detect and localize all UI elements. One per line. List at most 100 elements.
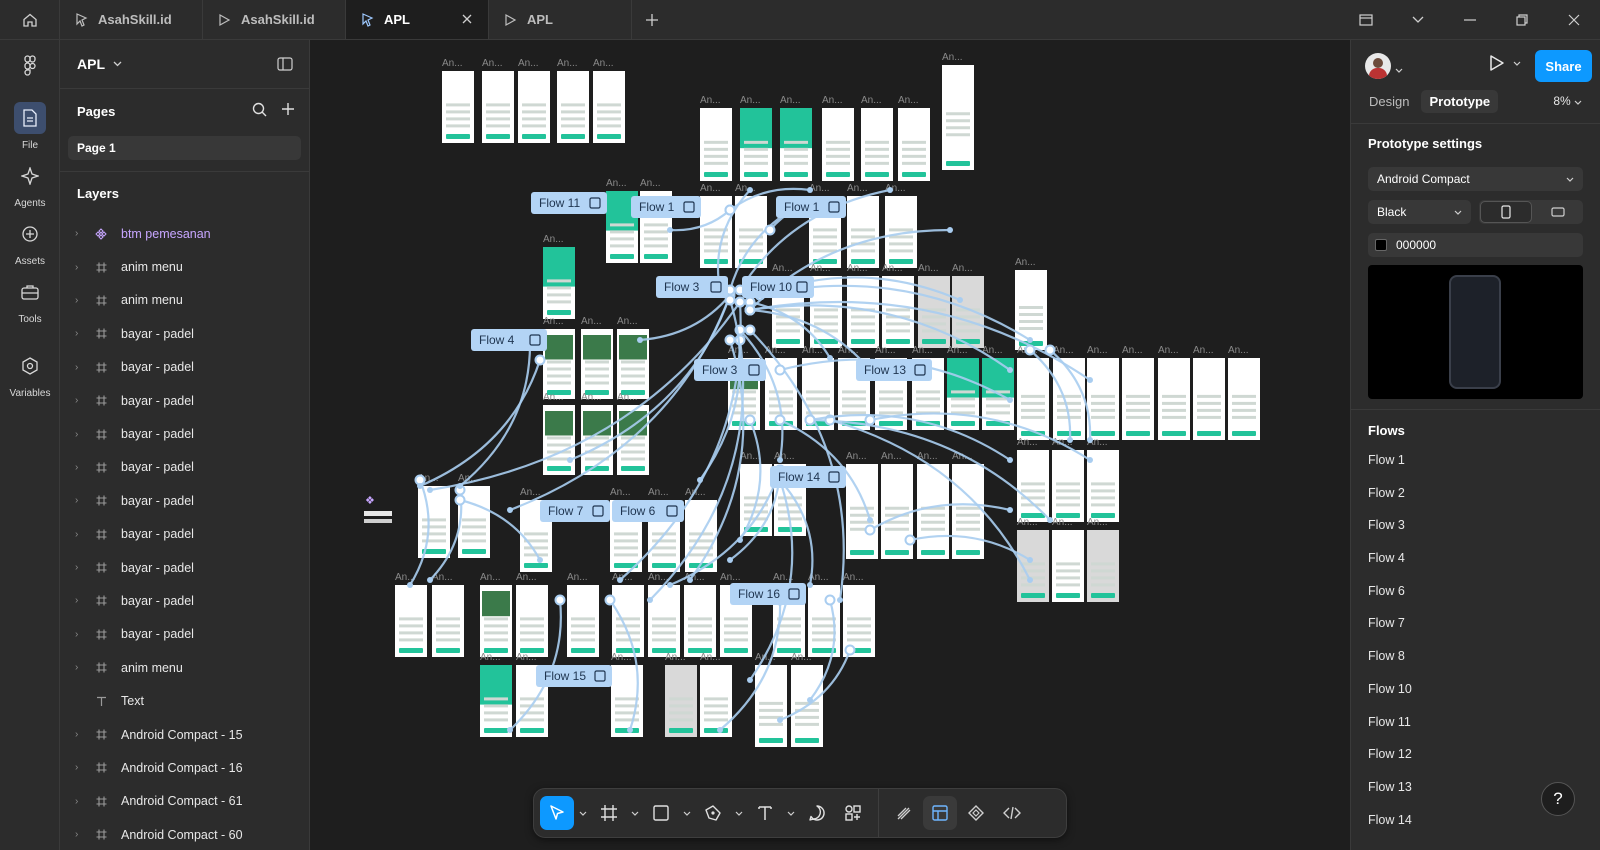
rail-agents[interactable]: Agents bbox=[0, 160, 60, 209]
shape-tool-menu[interactable] bbox=[680, 811, 694, 816]
pen-tool-menu[interactable] bbox=[732, 811, 746, 816]
tab-apl-prototype[interactable]: APL bbox=[489, 0, 632, 39]
expand-chevron-icon[interactable]: › bbox=[75, 729, 89, 740]
pen-tool-button[interactable] bbox=[696, 796, 730, 830]
home-button[interactable] bbox=[0, 0, 60, 39]
device-color-select[interactable]: Black bbox=[1368, 200, 1471, 224]
layer-item[interactable]: › bayar - padel bbox=[60, 317, 309, 350]
layer-item[interactable]: › Android Compact - 61 bbox=[60, 785, 309, 818]
actions-tool-button[interactable] bbox=[836, 796, 870, 830]
rail-file[interactable]: File bbox=[0, 102, 60, 151]
flow-item[interactable]: Flow 13 bbox=[1368, 780, 1412, 813]
help-button[interactable]: ? bbox=[1541, 782, 1575, 816]
layer-item[interactable]: › bayar - padel bbox=[60, 518, 309, 551]
zoom-menu[interactable]: 8% bbox=[1553, 94, 1582, 108]
close-window-button[interactable] bbox=[1548, 0, 1600, 39]
tab-design[interactable]: Design bbox=[1361, 90, 1417, 113]
portrait-button[interactable] bbox=[1480, 201, 1532, 223]
flow-item[interactable]: Flow 14 bbox=[1368, 813, 1412, 846]
expand-chevron-icon[interactable]: › bbox=[75, 762, 89, 773]
expand-chevron-icon[interactable]: › bbox=[75, 362, 89, 373]
dev-mode-button[interactable] bbox=[995, 796, 1029, 830]
expand-chevron-icon[interactable]: › bbox=[75, 829, 89, 840]
flow-item[interactable]: Flow 7 bbox=[1368, 616, 1412, 649]
tab-asahskill-design[interactable]: AsahSkill.id bbox=[60, 0, 203, 39]
share-button[interactable]: Share bbox=[1535, 50, 1592, 82]
layer-item[interactable]: › bayar - padel bbox=[60, 551, 309, 584]
flow-item[interactable]: Flow 11 bbox=[1368, 715, 1412, 748]
expand-chevron-icon[interactable]: › bbox=[75, 529, 89, 540]
comment-tool-button[interactable] bbox=[800, 796, 834, 830]
page-item-page-1[interactable]: Page 1 bbox=[68, 136, 301, 160]
design-canvas[interactable]: An... An... An... An... An... An... An... An...… bbox=[310, 40, 1350, 850]
component-mode-button[interactable] bbox=[959, 796, 993, 830]
draw-mode-button[interactable] bbox=[887, 796, 921, 830]
expand-chevron-icon[interactable]: › bbox=[75, 429, 89, 440]
layer-item[interactable]: › btm pemesanan bbox=[60, 217, 309, 250]
restore-button[interactable] bbox=[1496, 0, 1548, 39]
move-tool-menu[interactable] bbox=[576, 811, 590, 816]
text-tool-button[interactable] bbox=[748, 796, 782, 830]
tab-prototype[interactable]: Prototype bbox=[1421, 90, 1499, 113]
expand-chevron-icon[interactable]: › bbox=[75, 562, 89, 573]
design-mode-button[interactable] bbox=[923, 796, 957, 830]
new-tab-button[interactable] bbox=[632, 0, 672, 39]
flow-item[interactable]: Flow 4 bbox=[1368, 551, 1412, 584]
layer-item[interactable]: › bayar - padel bbox=[60, 451, 309, 484]
layer-item[interactable]: › anim menu bbox=[60, 250, 309, 283]
background-color-field[interactable]: 000000 bbox=[1368, 233, 1583, 257]
layer-item[interactable]: › Android Compact - 16 bbox=[60, 751, 309, 784]
file-name-menu[interactable]: APL bbox=[77, 56, 122, 72]
flow-item[interactable]: Flow 8 bbox=[1368, 649, 1412, 682]
layer-item[interactable]: › bayar - padel bbox=[60, 417, 309, 450]
rail-tools[interactable]: Tools bbox=[0, 276, 60, 325]
expand-chevron-icon[interactable]: › bbox=[75, 495, 89, 506]
move-tool-button[interactable] bbox=[540, 796, 574, 830]
present-button[interactable] bbox=[1487, 54, 1521, 72]
expand-chevron-icon[interactable]: › bbox=[75, 262, 89, 273]
expand-chevron-icon[interactable]: › bbox=[75, 462, 89, 473]
expand-chevron-icon[interactable]: › bbox=[75, 796, 89, 807]
text-tool-menu[interactable] bbox=[784, 811, 798, 816]
sidebar-toggle-button[interactable] bbox=[1340, 0, 1392, 39]
avatar[interactable] bbox=[1365, 53, 1391, 79]
layer-item[interactable]: › bayar - padel bbox=[60, 618, 309, 651]
avatar-menu[interactable] bbox=[1395, 60, 1403, 78]
layer-item[interactable]: › anim menu bbox=[60, 284, 309, 317]
tabs-menu-button[interactable] bbox=[1392, 0, 1444, 39]
frame-tool-menu[interactable] bbox=[628, 811, 642, 816]
rectangle-tool-button[interactable] bbox=[644, 796, 678, 830]
figma-logo-icon[interactable] bbox=[18, 54, 42, 83]
tab-apl-design[interactable]: APL bbox=[346, 0, 489, 39]
device-select[interactable]: Android Compact bbox=[1368, 167, 1583, 191]
expand-chevron-icon[interactable]: › bbox=[75, 395, 89, 406]
flow-item[interactable]: Flow 6 bbox=[1368, 584, 1412, 617]
expand-chevron-icon[interactable]: › bbox=[75, 228, 89, 239]
minimize-button[interactable] bbox=[1444, 0, 1496, 39]
layer-item[interactable]: › bayar - padel bbox=[60, 384, 309, 417]
color-swatch[interactable] bbox=[1375, 239, 1387, 251]
flow-item[interactable]: Flow 12 bbox=[1368, 747, 1412, 780]
layer-item[interactable]: › anim menu bbox=[60, 651, 309, 684]
rail-variables[interactable]: Variables bbox=[0, 350, 60, 399]
landscape-button[interactable] bbox=[1533, 200, 1583, 224]
layer-item[interactable]: › bayar - padel bbox=[60, 351, 309, 384]
layer-item[interactable]: › Android Compact - 60 bbox=[60, 818, 309, 850]
flow-item[interactable]: Flow 1 bbox=[1368, 453, 1412, 486]
layer-item[interactable]: › bayar - padel bbox=[60, 584, 309, 617]
search-icon[interactable] bbox=[252, 102, 267, 117]
frame-tool-button[interactable] bbox=[592, 796, 626, 830]
tab-asahskill-prototype[interactable]: AsahSkill.id bbox=[203, 0, 346, 39]
flow-item[interactable]: Flow 2 bbox=[1368, 486, 1412, 519]
expand-chevron-icon[interactable]: › bbox=[75, 328, 89, 339]
expand-chevron-icon[interactable]: › bbox=[75, 295, 89, 306]
layer-item[interactable]: › Android Compact - 15 bbox=[60, 718, 309, 751]
collapse-panel-button[interactable] bbox=[277, 57, 293, 76]
expand-chevron-icon[interactable]: › bbox=[75, 595, 89, 606]
close-icon[interactable] bbox=[460, 12, 474, 26]
layer-item[interactable]: › bayar - padel bbox=[60, 484, 309, 517]
layer-item[interactable]: Text bbox=[60, 684, 309, 717]
rail-assets[interactable]: Assets bbox=[0, 218, 60, 267]
plus-icon[interactable] bbox=[281, 102, 295, 116]
expand-chevron-icon[interactable]: › bbox=[75, 662, 89, 673]
